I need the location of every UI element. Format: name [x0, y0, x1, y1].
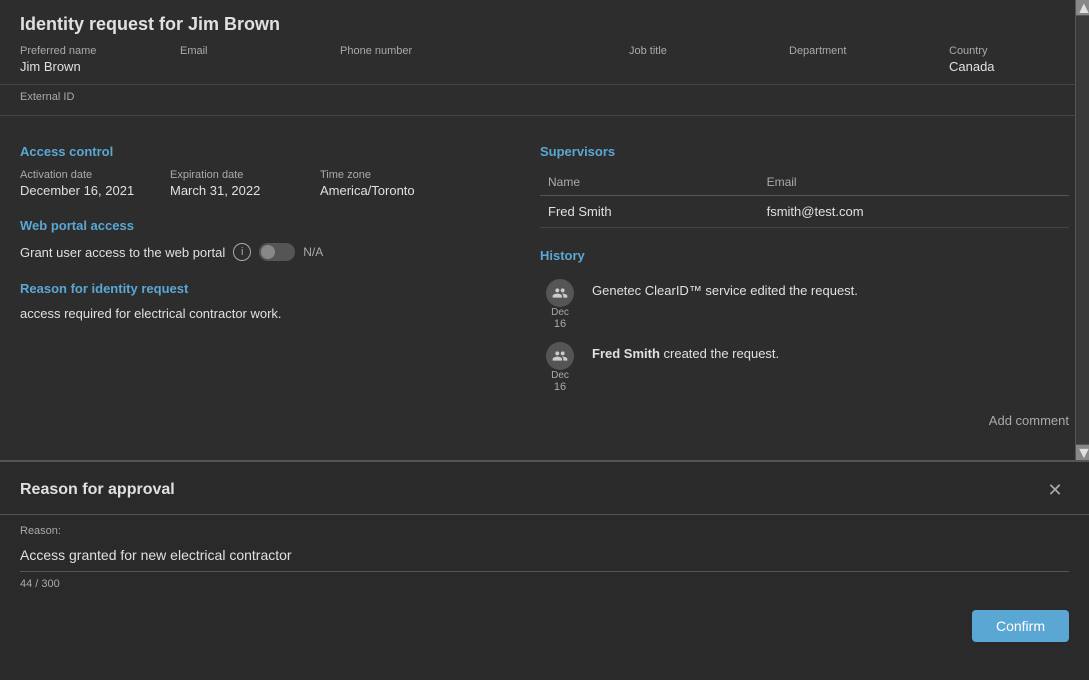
modal-title: Reason for approval — [20, 481, 175, 499]
content-right: Supervisors Name Email Fred Smith fsmith… — [540, 128, 1069, 432]
supervisor-name: Fred Smith — [540, 196, 759, 228]
country-value: Canada — [949, 59, 1069, 74]
history-text: Genetec ClearID™ service edited the requ… — [592, 279, 858, 298]
history-day: 16 — [554, 381, 566, 393]
modal-header: Reason for approval ✕ — [0, 462, 1089, 515]
modal-body: Reason: 44 / 300 — [0, 515, 1089, 600]
supervisor-email: fsmith@test.com — [759, 196, 1069, 228]
reason-label: Reason: — [20, 525, 1069, 537]
scroll-down-button[interactable]: ▼ — [1076, 444, 1089, 460]
access-control-section: Access control Activation date December … — [20, 144, 520, 198]
scrollbar[interactable]: ▲ ▼ — [1075, 0, 1089, 460]
preferred-name-label: Preferred name — [20, 45, 140, 57]
department-label: Department — [789, 45, 909, 57]
job-title-label: Job title — [629, 45, 749, 57]
history-month: Dec — [551, 370, 569, 381]
content-left: Access control Activation date December … — [20, 128, 520, 432]
reason-text: access required for electrical contracto… — [20, 306, 520, 321]
modal-footer: Confirm — [0, 600, 1089, 652]
country-field: Country Canada — [949, 45, 1069, 74]
phone-label: Phone number — [340, 45, 460, 57]
email-field: Email — [180, 45, 300, 74]
toggle-switch[interactable] — [259, 243, 295, 261]
history-section: History Dec 16 Genetec ClearID™ service … — [540, 248, 1069, 432]
time-zone-label: Time zone — [320, 169, 440, 181]
history-list: Dec 16 Genetec ClearID™ service edited t… — [540, 273, 1069, 399]
history-author: Fred Smith — [592, 346, 660, 361]
email-label: Email — [180, 45, 300, 57]
web-portal-toggle-row: Grant user access to the web portal i N/… — [20, 243, 520, 261]
char-count: 44 / 300 — [20, 578, 1069, 590]
phone-field: Phone number — [340, 45, 460, 74]
confirm-button[interactable]: Confirm — [972, 610, 1069, 642]
activation-date-label: Activation date — [20, 169, 140, 181]
department-field: Department — [789, 45, 909, 74]
history-month: Dec — [551, 307, 569, 318]
preferred-name-value: Jim Brown — [20, 59, 140, 74]
approval-modal: Reason for approval ✕ Reason: 44 / 300 C… — [0, 460, 1089, 680]
access-control-fields: Activation date December 16, 2021 Expira… — [20, 169, 520, 198]
activation-date-group: Activation date December 16, 2021 — [20, 169, 140, 198]
reason-section: Reason for identity request access requi… — [20, 281, 520, 321]
user-icon — [546, 279, 574, 307]
info-icon[interactable]: i — [233, 243, 251, 261]
main-content: ▲ ▼ Identity request for Jim Brown Prefe… — [0, 0, 1089, 460]
expiration-date-value: March 31, 2022 — [170, 183, 290, 198]
grant-label: Grant user access to the web portal — [20, 245, 225, 260]
name-column-header: Name — [540, 169, 759, 196]
access-control-title: Access control — [20, 144, 520, 159]
history-item: Dec 16 Genetec ClearID™ service edited t… — [540, 273, 1069, 336]
expiration-date-group: Expiration date March 31, 2022 — [170, 169, 290, 198]
toggle-na-text: N/A — [303, 245, 323, 259]
email-column-header: Email — [759, 169, 1069, 196]
history-text: Fred Smith created the request. — [592, 342, 779, 361]
user-icon — [546, 342, 574, 370]
history-date: Dec 16 — [540, 279, 580, 330]
external-id-label: External ID — [20, 91, 1069, 103]
expiration-date-label: Expiration date — [170, 169, 290, 181]
scroll-up-button[interactable]: ▲ — [1076, 0, 1089, 16]
supervisors-title: Supervisors — [540, 144, 1069, 159]
web-portal-title: Web portal access — [20, 218, 520, 233]
web-portal-section: Web portal access Grant user access to t… — [20, 218, 520, 261]
country-label: Country — [949, 45, 1069, 57]
preferred-name-field: Preferred name Jim Brown — [20, 45, 140, 74]
time-zone-value: America/Toronto — [320, 183, 440, 198]
supervisors-section: Supervisors Name Email Fred Smith fsmith… — [540, 144, 1069, 228]
history-day: 16 — [554, 318, 566, 330]
history-title: History — [540, 248, 1069, 263]
table-row: Fred Smith fsmith@test.com — [540, 196, 1069, 228]
page-title: Identity request for Jim Brown — [0, 0, 1089, 45]
supervisors-table: Name Email Fred Smith fsmith@test.com — [540, 169, 1069, 228]
activation-date-value: December 16, 2021 — [20, 183, 140, 198]
history-item: Dec 16 Fred Smith created the request. — [540, 336, 1069, 399]
close-button[interactable]: ✕ — [1041, 476, 1069, 504]
reason-input[interactable] — [20, 543, 1069, 572]
time-zone-group: Time zone America/Toronto — [320, 169, 440, 198]
history-date: Dec 16 — [540, 342, 580, 393]
reason-section-title: Reason for identity request — [20, 281, 520, 296]
add-comment-button[interactable]: Add comment — [540, 409, 1069, 432]
job-title-field: Job title — [629, 45, 749, 74]
main-grid: Access control Activation date December … — [0, 116, 1089, 444]
